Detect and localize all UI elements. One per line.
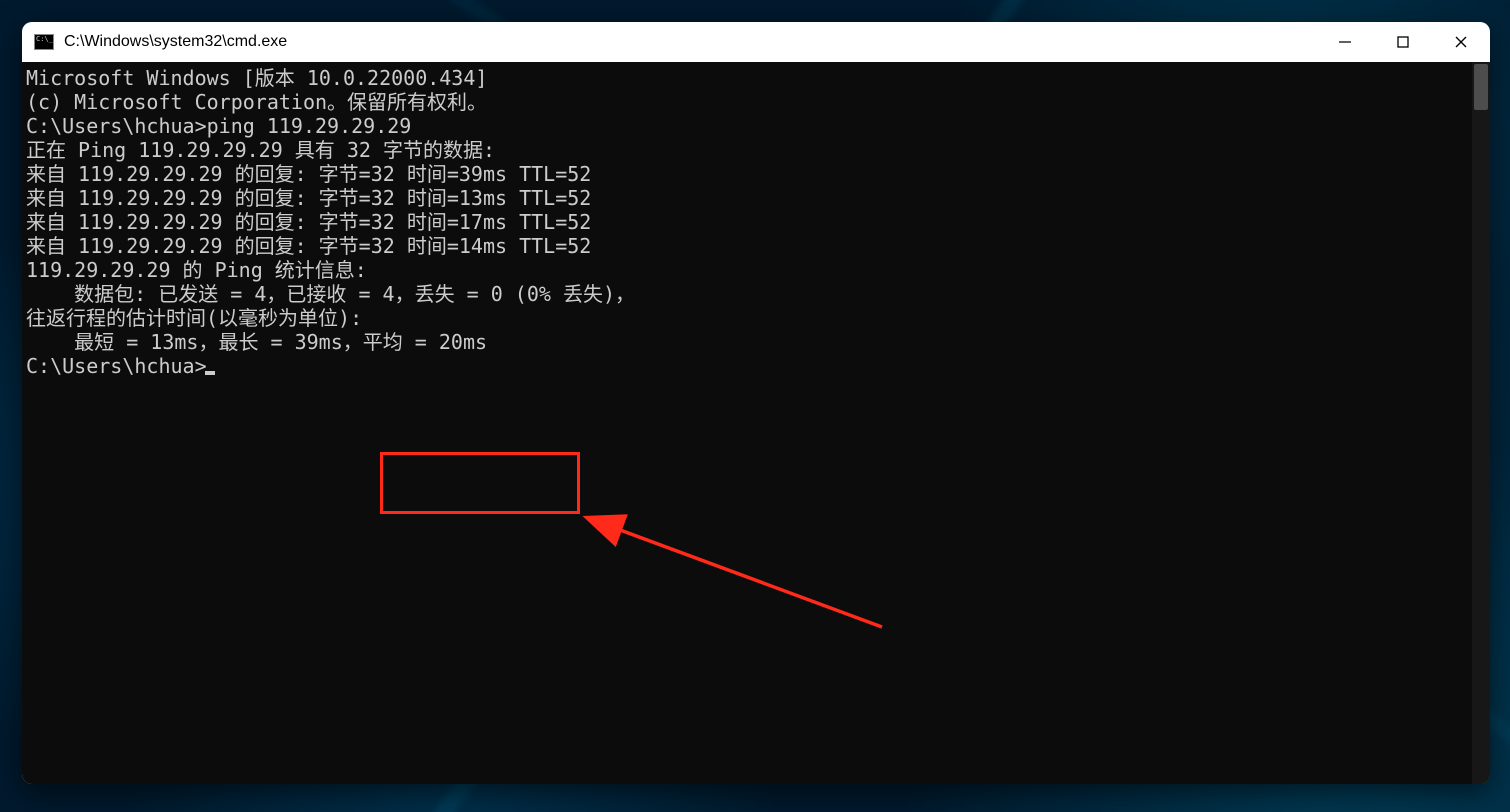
terminal-line: 数据包: 已发送 = 4，已接收 = 4，丢失 = 0 (0% 丢失)， [26, 282, 1464, 306]
minimize-button[interactable] [1316, 22, 1374, 62]
terminal-line: Microsoft Windows [版本 10.0.22000.434] [26, 66, 1464, 90]
terminal-line: 正在 Ping 119.29.29.29 具有 32 字节的数据: [26, 138, 1464, 162]
terminal-line: 来自 119.29.29.29 的回复: 字节=32 时间=13ms TTL=5… [26, 186, 1464, 210]
terminal-line: 往返行程的估计时间(以毫秒为单位): [26, 306, 1464, 330]
titlebar[interactable]: C:\Windows\system32\cmd.exe [22, 22, 1490, 62]
terminal-line: 来自 119.29.29.29 的回复: 字节=32 时间=14ms TTL=5… [26, 234, 1464, 258]
terminal-line: C:\Users\hchua> [26, 354, 1464, 378]
terminal-line: (c) Microsoft Corporation。保留所有权利。 [26, 90, 1464, 114]
window-controls [1316, 22, 1490, 62]
terminal-line: 来自 119.29.29.29 的回复: 字节=32 时间=17ms TTL=5… [26, 210, 1464, 234]
close-icon [1454, 35, 1468, 49]
terminal-line: 来自 119.29.29.29 的回复: 字节=32 时间=39ms TTL=5… [26, 162, 1464, 186]
maximize-icon [1396, 35, 1410, 49]
cmd-window: C:\Windows\system32\cmd.exe Microsoft Wi… [22, 22, 1490, 784]
terminal-line: C:\Users\hchua>ping 119.29.29.29 [26, 114, 1464, 138]
terminal-line: 最短 = 13ms，最长 = 39ms，平均 = 20ms [26, 330, 1464, 354]
window-title: C:\Windows\system32\cmd.exe [64, 33, 287, 51]
cmd-app-icon [34, 34, 54, 50]
scrollbar[interactable] [1472, 62, 1490, 784]
terminal-line: 119.29.29.29 的 Ping 统计信息: [26, 258, 1464, 282]
cursor [205, 371, 215, 375]
terminal-output[interactable]: Microsoft Windows [版本 10.0.22000.434](c)… [22, 62, 1472, 784]
scrollbar-thumb[interactable] [1474, 64, 1488, 110]
terminal-area: Microsoft Windows [版本 10.0.22000.434](c)… [22, 62, 1490, 784]
close-button[interactable] [1432, 22, 1490, 62]
minimize-icon [1338, 35, 1352, 49]
maximize-button[interactable] [1374, 22, 1432, 62]
